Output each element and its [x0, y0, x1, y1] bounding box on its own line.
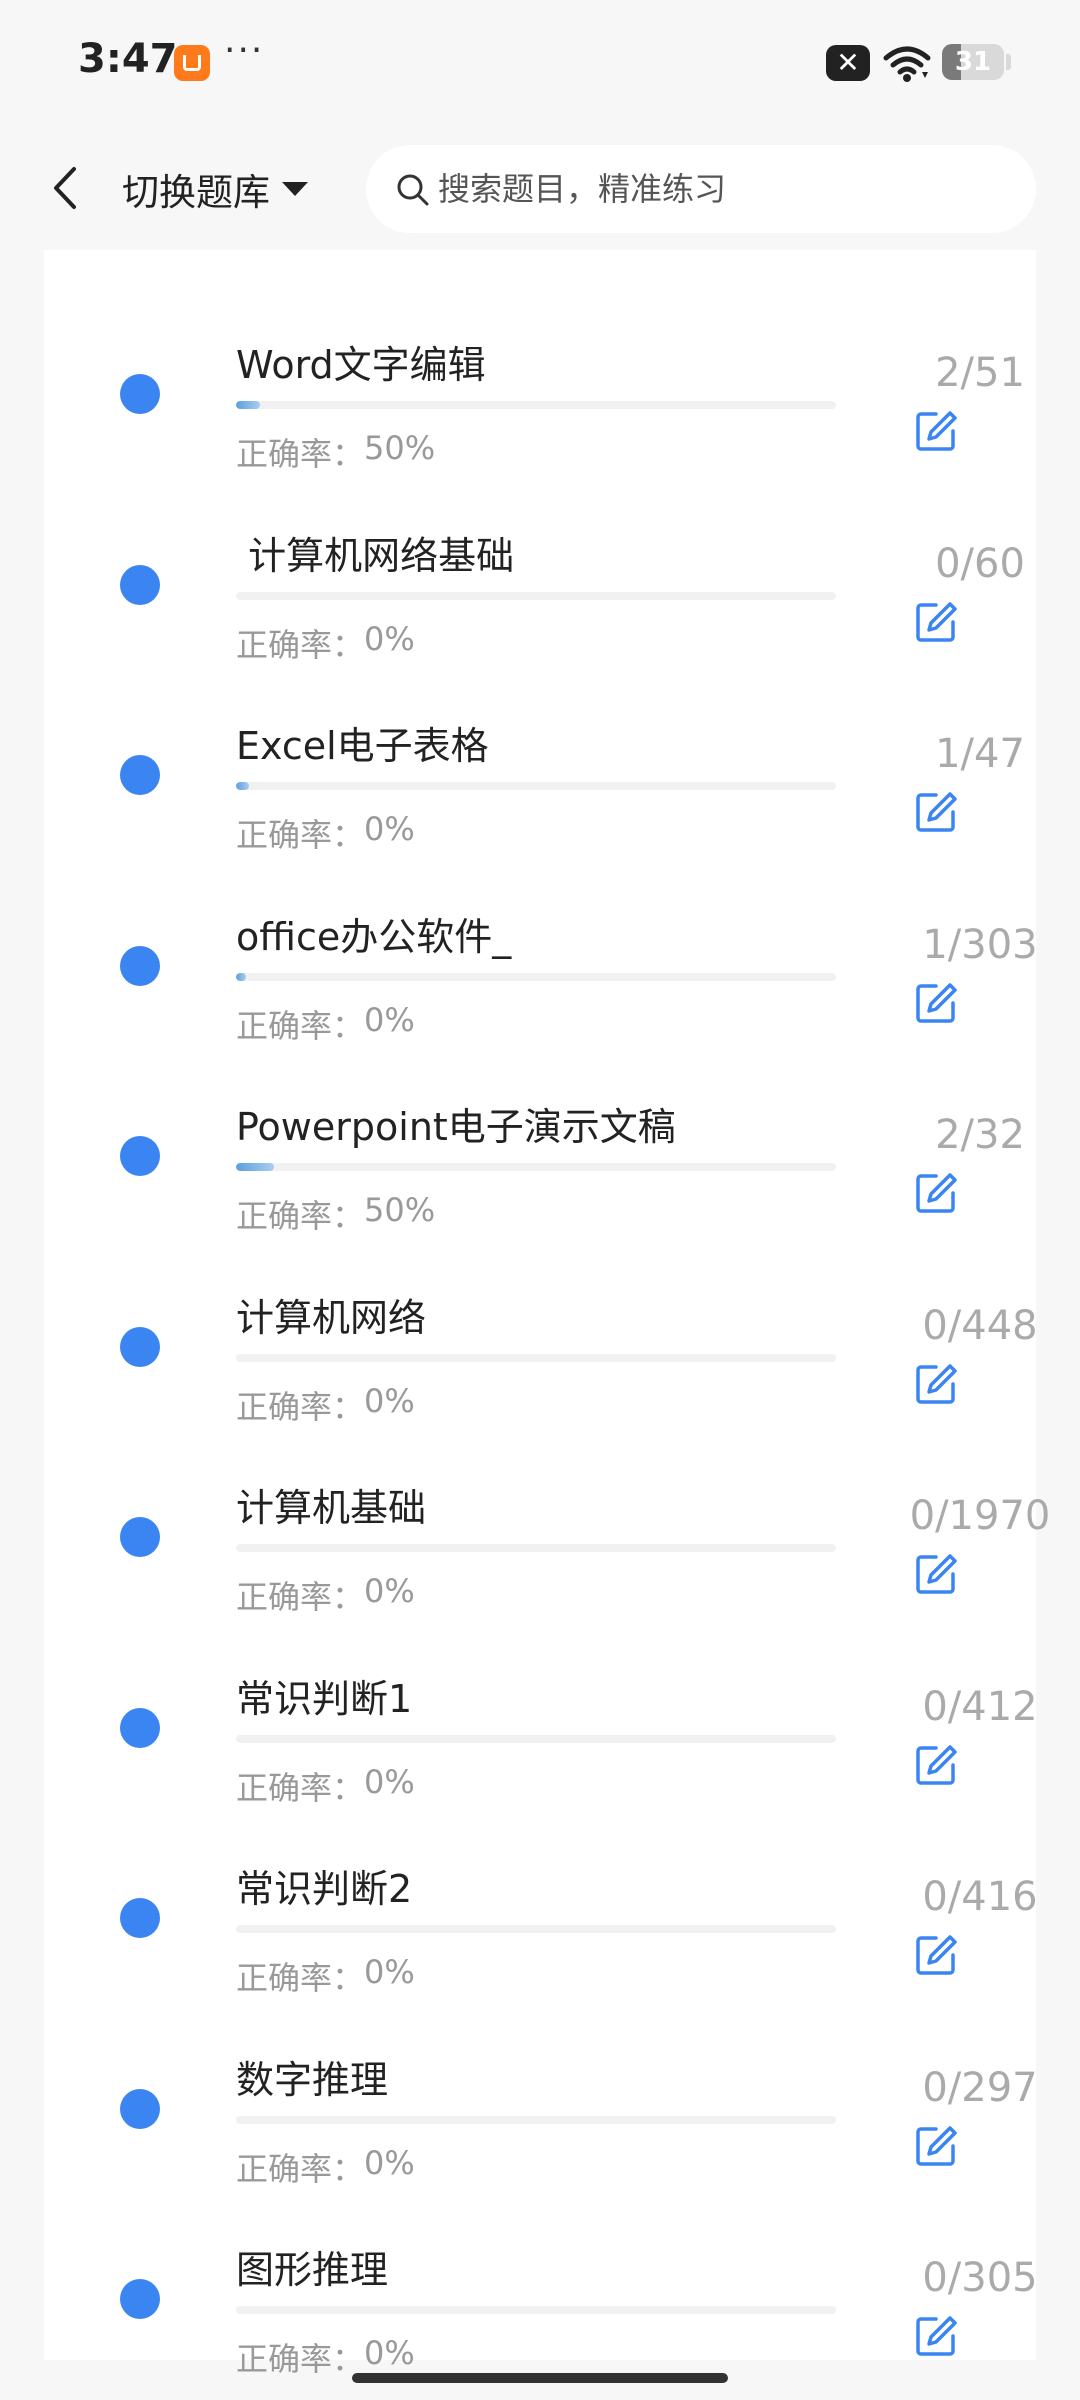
- item-count: 2/51: [935, 350, 1025, 396]
- question-bank-item[interactable]: 常识判断1 正确率： 0% 0/412: [44, 1610, 1038, 1807]
- edit-icon[interactable]: [914, 790, 958, 834]
- item-count: 0/305: [922, 2255, 1038, 2301]
- item-progress-bar: [236, 1544, 836, 1552]
- question-bank-item[interactable]: 数字推理 正确率： 0% 0/297: [44, 1991, 1038, 2188]
- question-bank-item[interactable]: Excel电子表格 正确率： 0% 1/47: [44, 657, 1036, 854]
- item-bullet: [120, 1517, 160, 1557]
- item-progress-bar: [236, 2115, 836, 2124]
- edit-icon[interactable]: [914, 981, 958, 1025]
- item-title: 常识判断1: [236, 1676, 413, 1721]
- item-title: 计算机网络基础: [236, 533, 515, 578]
- header: 切换题库 搜索题目，精准练习: [0, 125, 1080, 250]
- search-icon: [397, 174, 429, 206]
- edit-icon[interactable]: [914, 409, 958, 453]
- switch-question-bank-button[interactable]: 切换题库: [122, 161, 308, 217]
- question-bank-item[interactable]: 计算机网络基础 正确率： 0% 0/60: [44, 467, 1036, 664]
- item-count: 0/1970: [909, 1493, 1051, 1539]
- item-bullet: [120, 1326, 160, 1367]
- caret-down-icon: [282, 182, 308, 196]
- item-progress-fill: [236, 782, 249, 790]
- question-bank-item[interactable]: 计算机基础 正确率： 0% 0/1970: [44, 1419, 1050, 1616]
- edit-icon[interactable]: [914, 2314, 958, 2358]
- edit-icon[interactable]: [914, 1933, 958, 1977]
- item-count: 0/60: [935, 540, 1025, 587]
- edit-icon[interactable]: [914, 1552, 958, 1596]
- battery-icon: 31: [942, 44, 1004, 80]
- item-progress-bar: [236, 1163, 836, 1171]
- item-title: 图形推理: [236, 2248, 389, 2292]
- accuracy-label: 正确率：: [236, 2340, 365, 2378]
- item-bullet: [120, 2088, 160, 2129]
- item-bullet: [120, 1707, 160, 1748]
- question-bank-item[interactable]: 常识判断2 正确率： 0% 0/416: [44, 1800, 1038, 1997]
- status-time: 3:47: [78, 36, 178, 82]
- item-progress-bar: [236, 401, 836, 409]
- item-progress-bar: [236, 1925, 836, 1933]
- item-count: 0/297: [922, 2064, 1038, 2111]
- item-bullet: [120, 755, 160, 795]
- item-count: 0/416: [922, 1874, 1038, 1920]
- item-progress-bar: [236, 591, 836, 600]
- mute-icon: ✕: [826, 45, 870, 81]
- item-count: 1/47: [935, 731, 1025, 777]
- item-progress-fill: [236, 972, 246, 981]
- question-bank-item[interactable]: office办公软件_ 正确率： 0% 1/303: [44, 848, 1038, 1045]
- item-bullet: [120, 1898, 160, 1938]
- edit-icon[interactable]: [914, 2124, 958, 2168]
- item-bullet: [120, 374, 160, 414]
- battery-tip: [1006, 54, 1011, 70]
- item-title: Powerpoint电子演示文稿: [236, 1105, 676, 1149]
- question-bank-item[interactable]: 计算机网络 正确率： 0% 0/448: [44, 1229, 1038, 1426]
- item-bullet: [120, 945, 160, 986]
- item-title: 计算机基础: [236, 1486, 427, 1530]
- status-bar: 3:47 ··· ✕ 31: [0, 0, 1080, 125]
- item-title: office办公软件_: [236, 914, 512, 959]
- back-arrow-icon[interactable]: [46, 163, 86, 213]
- item-title: 计算机网络: [236, 1295, 427, 1340]
- item-title: Word文字编辑: [236, 343, 486, 387]
- question-bank-item[interactable]: Powerpoint电子演示文稿 正确率： 50% 2/32: [44, 1038, 1036, 1235]
- battery-level-text: 31: [954, 47, 992, 77]
- question-bank-item[interactable]: Word文字编辑 正确率： 50% 2/51: [44, 276, 1036, 473]
- item-title: 数字推理: [236, 2057, 389, 2102]
- item-progress-bar: [236, 782, 836, 790]
- switch-question-bank-label: 切换题库: [122, 171, 270, 214]
- item-progress-bar: [236, 972, 836, 981]
- item-progress-bar: [236, 2306, 836, 2314]
- edit-icon[interactable]: [914, 1171, 958, 1215]
- item-progress-bar: [236, 1734, 836, 1743]
- item-bullet: [120, 1136, 160, 1176]
- item-title: Excel电子表格: [236, 724, 489, 768]
- item-progress-bar: [236, 1353, 836, 1362]
- item-title: 常识判断2: [236, 1867, 413, 1911]
- edit-icon[interactable]: [914, 600, 958, 644]
- more-notifications-icon: ···: [224, 30, 265, 71]
- search-input[interactable]: 搜索题目，精准练习: [366, 145, 1036, 233]
- item-count: 0/412: [922, 1683, 1038, 1730]
- item-progress-fill: [236, 1163, 274, 1171]
- edit-icon[interactable]: [914, 1743, 958, 1787]
- item-count: 1/303: [922, 921, 1038, 968]
- home-indicator[interactable]: [352, 2373, 728, 2383]
- item-count: 2/32: [935, 1112, 1025, 1158]
- item-count: 0/448: [922, 1302, 1038, 1349]
- edit-icon[interactable]: [914, 1362, 958, 1406]
- search-placeholder: 搜索题目，精准练习: [438, 170, 727, 208]
- item-bullet: [120, 564, 160, 605]
- app-notification-icon: [174, 45, 210, 81]
- item-progress-fill: [236, 401, 260, 409]
- wifi-icon: [883, 46, 931, 82]
- question-bank-item[interactable]: 图形推理 正确率： 0% 0/305: [44, 2181, 1038, 2378]
- question-bank-list: Word文字编辑 正确率： 50% 2/51 计算机网络基础 正确率： 0% 0/60 Exc…: [44, 250, 1050, 2378]
- item-bullet: [120, 2279, 160, 2319]
